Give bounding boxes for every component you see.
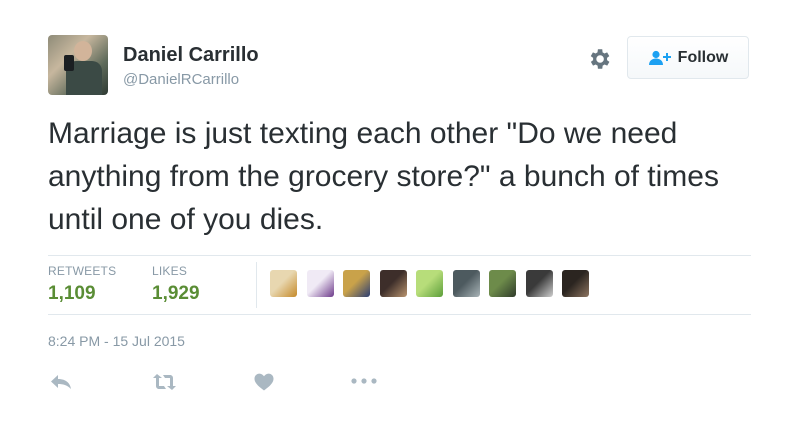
liker-avatar[interactable] (562, 270, 589, 297)
divider (48, 255, 751, 256)
user-name[interactable]: Daniel Carrillo (123, 44, 259, 67)
liker-avatar[interactable] (343, 270, 370, 297)
retweet-icon[interactable] (152, 373, 177, 391)
avatar[interactable] (48, 35, 108, 95)
gear-icon[interactable] (586, 46, 612, 72)
liker-avatar[interactable] (270, 270, 297, 297)
liker-avatar[interactable] (306, 270, 334, 297)
heart-icon[interactable] (254, 373, 274, 391)
liker-avatar[interactable] (379, 270, 407, 297)
likes-label: LIKES (152, 264, 188, 278)
divider (48, 314, 751, 315)
user-handle[interactable]: @DanielRCarrillo (123, 71, 239, 88)
liker-avatar[interactable] (416, 270, 443, 297)
retweets-label: RETWEETS (48, 264, 117, 278)
follow-label: Follow (677, 48, 729, 66)
tweet-text: Marriage is just texting each other "Do … (48, 117, 719, 236)
retweets-count[interactable]: 1,109 (48, 283, 96, 305)
liker-avatar[interactable] (525, 270, 553, 297)
stats-divider (256, 262, 257, 308)
add-user-icon (648, 50, 671, 65)
follow-button[interactable]: Follow (627, 36, 749, 79)
reply-icon[interactable] (50, 374, 72, 390)
likes-count[interactable]: 1,929 (152, 283, 200, 305)
more-dots-icon[interactable] (351, 378, 377, 384)
liker-avatar[interactable] (489, 270, 516, 297)
tweet-timestamp[interactable]: 8:24 PM - 15 Jul 2015 (48, 333, 185, 349)
liker-avatar[interactable] (452, 270, 480, 297)
